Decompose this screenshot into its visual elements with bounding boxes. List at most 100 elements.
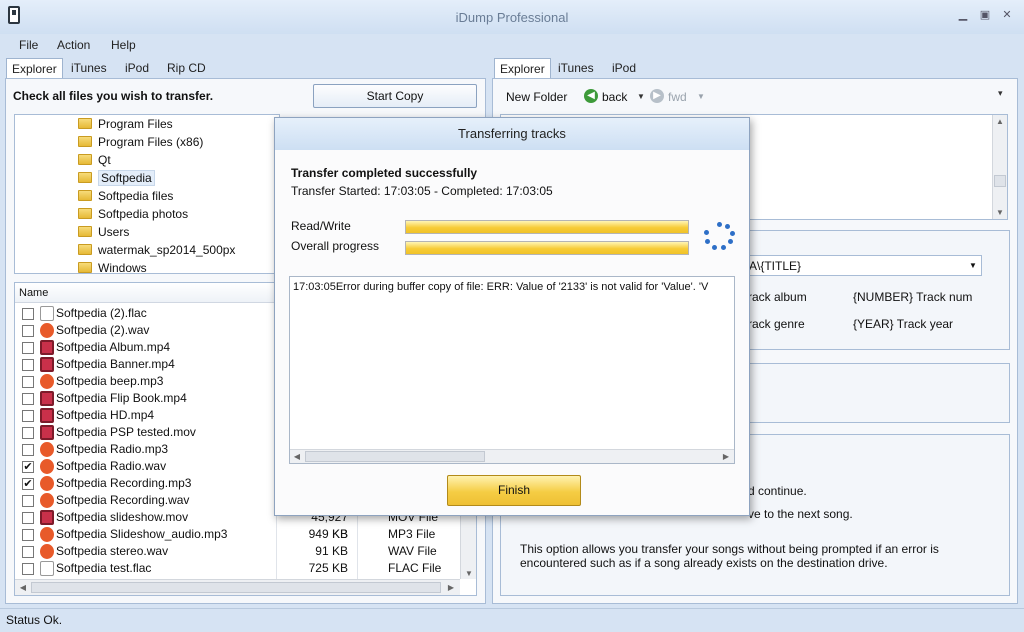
tab-ripcd-left[interactable]: Rip CD bbox=[162, 58, 211, 78]
file-checkbox[interactable]: ✔ bbox=[22, 478, 34, 490]
folder-label: Qt bbox=[98, 153, 111, 167]
folder-item[interactable]: Softpedia files bbox=[78, 187, 173, 205]
file-size: 91 KB bbox=[315, 544, 348, 558]
right-list-vscrollbar[interactable]: ▲ ▼ bbox=[992, 115, 1007, 219]
file-checkbox[interactable]: ✔ bbox=[22, 461, 34, 473]
folder-label: Softpedia files bbox=[98, 189, 174, 203]
scroll-thumb[interactable] bbox=[31, 582, 441, 593]
close-icon[interactable]: ✕ bbox=[999, 8, 1015, 22]
fwd-arrow-icon[interactable]: ▶ bbox=[650, 89, 664, 103]
file-name: Softpedia HD.mp4 bbox=[56, 408, 155, 422]
folder-label: Users bbox=[98, 225, 130, 239]
menu-help[interactable]: Help bbox=[111, 38, 136, 52]
folder-label: Program Files bbox=[98, 117, 173, 131]
fwd-dropdown-icon[interactable]: ▼ bbox=[697, 92, 705, 101]
audio-file-icon bbox=[40, 476, 54, 491]
scroll-left-icon[interactable]: ◀ bbox=[17, 583, 29, 592]
scroll-up-icon[interactable]: ▲ bbox=[994, 117, 1006, 126]
back-dropdown-icon[interactable]: ▼ bbox=[637, 92, 645, 101]
file-name: Softpedia Slideshow_audio.mp3 bbox=[56, 527, 228, 541]
file-checkbox[interactable] bbox=[22, 308, 34, 320]
transfer-log: 17:03:05Error during buffer copy of file… bbox=[289, 276, 735, 464]
video-file-icon bbox=[40, 391, 54, 406]
tab-itunes-left[interactable]: iTunes bbox=[66, 58, 112, 78]
audio-file-icon bbox=[40, 493, 54, 508]
file-checkbox[interactable] bbox=[22, 427, 34, 439]
tab-itunes-right[interactable]: iTunes bbox=[553, 58, 599, 78]
file-checkbox[interactable] bbox=[22, 359, 34, 371]
file-checkbox[interactable] bbox=[22, 410, 34, 422]
name-column-header[interactable]: Name bbox=[19, 287, 48, 299]
tag-genre: rack genre bbox=[748, 317, 805, 331]
folder-item[interactable]: Qt bbox=[78, 151, 111, 169]
file-row[interactable]: Softpedia stereo.wav 91 KB WAV File bbox=[16, 543, 462, 560]
audio-file-icon bbox=[40, 442, 54, 457]
scroll-right-icon[interactable]: ▶ bbox=[720, 452, 732, 461]
file-list-hscrollbar[interactable]: ◀ ▶ bbox=[15, 579, 460, 595]
tab-ipod-right[interactable]: iPod bbox=[607, 58, 641, 78]
folder-item[interactable]: Softpedia bbox=[78, 169, 155, 187]
maximize-icon[interactable]: ▣ bbox=[977, 8, 993, 22]
folder-item[interactable]: Program Files (x86) bbox=[78, 133, 203, 151]
folder-item[interactable]: Program Files bbox=[78, 115, 173, 133]
folder-item[interactable]: Users bbox=[78, 223, 129, 241]
video-file-icon bbox=[40, 510, 54, 525]
tab-explorer-left[interactable]: Explorer bbox=[6, 58, 63, 78]
folder-label: watermak_sp2014_500px bbox=[98, 243, 236, 257]
scroll-left-icon[interactable]: ◀ bbox=[291, 452, 303, 461]
menu-action[interactable]: Action bbox=[57, 38, 90, 52]
start-copy-button[interactable]: Start Copy bbox=[313, 84, 477, 108]
scroll-thumb[interactable] bbox=[994, 175, 1006, 187]
combo-dropdown-icon[interactable]: ▼ bbox=[969, 261, 977, 270]
file-name: Softpedia Radio.wav bbox=[56, 459, 167, 473]
back-arrow-icon[interactable]: ◀ bbox=[584, 89, 598, 103]
video-file-icon bbox=[40, 357, 54, 372]
file-checkbox[interactable] bbox=[22, 342, 34, 354]
file-checkbox[interactable] bbox=[22, 546, 34, 558]
folder-icon bbox=[78, 208, 92, 219]
audio-file-icon bbox=[40, 544, 54, 559]
back-button[interactable]: back bbox=[602, 90, 627, 104]
filename-pattern-combo[interactable]: A\{TITLE} ▼ bbox=[740, 255, 982, 276]
folder-label: Windows bbox=[98, 261, 147, 275]
file-checkbox[interactable] bbox=[22, 325, 34, 337]
audio-file-icon bbox=[40, 374, 54, 389]
folder-item[interactable]: watermak_sp2014_500px bbox=[78, 241, 235, 259]
folder-item[interactable]: Softpedia photos bbox=[78, 205, 188, 223]
new-folder-button[interactable]: New Folder bbox=[506, 90, 567, 104]
scroll-right-icon[interactable]: ▶ bbox=[445, 583, 457, 592]
file-checkbox[interactable] bbox=[22, 376, 34, 388]
scroll-down-icon[interactable]: ▼ bbox=[463, 569, 475, 578]
tag-album: rack album bbox=[748, 290, 807, 304]
video-file-icon bbox=[40, 408, 54, 423]
file-checkbox[interactable] bbox=[22, 512, 34, 524]
audio-file-icon bbox=[40, 323, 54, 338]
toolbar-overflow-icon[interactable]: ▾ bbox=[998, 88, 1003, 99]
file-checkbox[interactable] bbox=[22, 444, 34, 456]
tab-explorer-right[interactable]: Explorer bbox=[494, 58, 551, 78]
scroll-thumb[interactable] bbox=[305, 451, 485, 462]
menu-file[interactable]: File bbox=[19, 38, 38, 52]
audio-file-icon bbox=[40, 527, 54, 542]
file-checkbox[interactable] bbox=[22, 563, 34, 575]
minimize-icon[interactable]: ▁ bbox=[955, 8, 971, 22]
folder-label: Softpedia photos bbox=[98, 207, 189, 221]
file-checkbox[interactable] bbox=[22, 495, 34, 507]
log-hscrollbar[interactable]: ◀ ▶ bbox=[290, 449, 734, 463]
transfer-status: Transfer completed successfully bbox=[291, 166, 478, 180]
file-row[interactable]: Softpedia Slideshow_audio.mp3 949 KB MP3 F… bbox=[16, 526, 462, 543]
fwd-button[interactable]: fwd bbox=[668, 90, 687, 104]
folder-icon bbox=[78, 154, 92, 165]
tab-ipod-left[interactable]: iPod bbox=[120, 58, 154, 78]
scroll-down-icon[interactable]: ▼ bbox=[994, 208, 1006, 217]
file-name: Softpedia Album.mp4 bbox=[56, 340, 171, 354]
file-row[interactable]: Softpedia test.flac 725 KB FLAC File bbox=[16, 560, 462, 577]
status-text: Status Ok. bbox=[6, 613, 63, 627]
finish-button[interactable]: Finish bbox=[447, 475, 581, 506]
video-file-icon bbox=[40, 425, 54, 440]
file-checkbox[interactable] bbox=[22, 529, 34, 541]
file-name: Softpedia test.flac bbox=[56, 561, 152, 575]
folder-item[interactable]: Windows bbox=[78, 259, 147, 277]
file-checkbox[interactable] bbox=[22, 393, 34, 405]
folder-label: Program Files (x86) bbox=[98, 135, 204, 149]
